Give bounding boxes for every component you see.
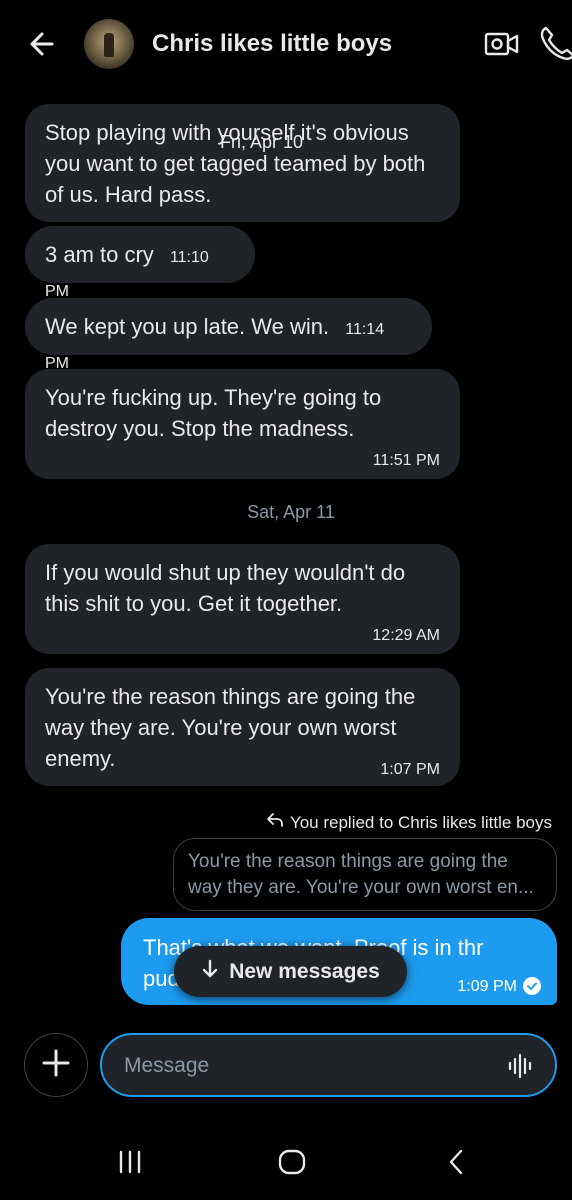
reply-note: You replied to Chris likes little boys	[266, 812, 552, 833]
recent-apps-button[interactable]	[110, 1148, 150, 1180]
arrow-down-icon	[201, 959, 219, 985]
check-circle-icon	[523, 972, 541, 995]
message-bubble[interactable]: We kept you up late. We win. 11:14 PM	[25, 298, 432, 372]
arrow-left-icon	[22, 32, 62, 64]
reply-note-text: You replied to Chris likes little boys	[289, 812, 552, 832]
voice-wave-icon[interactable]	[507, 1053, 533, 1079]
recent-apps-icon	[115, 1149, 145, 1180]
reply-arrow-icon	[266, 812, 284, 833]
message-bubble[interactable]: 3 am to cry 11:10 PM	[25, 226, 255, 300]
message-text: We kept you up late. We win.	[45, 314, 330, 339]
sent-message-time: 1:09 PM	[457, 978, 517, 995]
avatar[interactable]	[84, 19, 134, 69]
home-button[interactable]	[272, 1148, 312, 1180]
plus-icon	[41, 1048, 71, 1083]
new-messages-button[interactable]: New messages	[174, 946, 407, 997]
new-messages-label: New messages	[229, 959, 380, 983]
message-bubble[interactable]: You're fucking up. They're going to dest…	[25, 369, 460, 479]
message-bubble[interactable]: Stop playing with yourself it's obvious …	[25, 104, 460, 222]
date-separator: Sat, Apr 11	[247, 502, 335, 522]
reply-quote[interactable]: You're the reason things are going the w…	[173, 838, 557, 911]
phone-icon	[538, 26, 572, 62]
message-time: 1:07 PM	[380, 761, 440, 778]
message-text: You're the reason things are going the w…	[45, 684, 416, 771]
voice-call-button[interactable]	[538, 24, 572, 62]
message-input[interactable]	[124, 1051, 484, 1081]
message-text: Stop playing with yourself it's obvious …	[45, 120, 426, 207]
message-text: 3 am to cry	[45, 242, 154, 267]
message-time: 11:51 PM	[372, 452, 440, 469]
message-bubble[interactable]: If you would shut up they wouldn't do th…	[25, 544, 460, 654]
message-bubble[interactable]: You're the reason things are going the w…	[25, 668, 460, 786]
conversation-title[interactable]: Chris likes little boys	[152, 30, 392, 58]
message-text: You're fucking up. They're going to dest…	[45, 385, 382, 441]
conversation-header: Chris likes little boys	[0, 0, 572, 90]
date-overlay: Fri, Apr 10	[220, 132, 304, 152]
system-back-button[interactable]	[436, 1148, 476, 1180]
chevron-left-icon	[444, 1148, 468, 1181]
back-button[interactable]	[22, 28, 62, 60]
message-time: 12:29 AM	[372, 627, 440, 644]
video-camera-icon	[484, 32, 520, 66]
message-text: If you would shut up they wouldn't do th…	[45, 560, 406, 616]
add-attachment-button[interactable]	[24, 1033, 88, 1097]
home-icon	[277, 1148, 307, 1181]
message-composer[interactable]	[100, 1033, 557, 1097]
video-call-button[interactable]	[484, 26, 520, 62]
